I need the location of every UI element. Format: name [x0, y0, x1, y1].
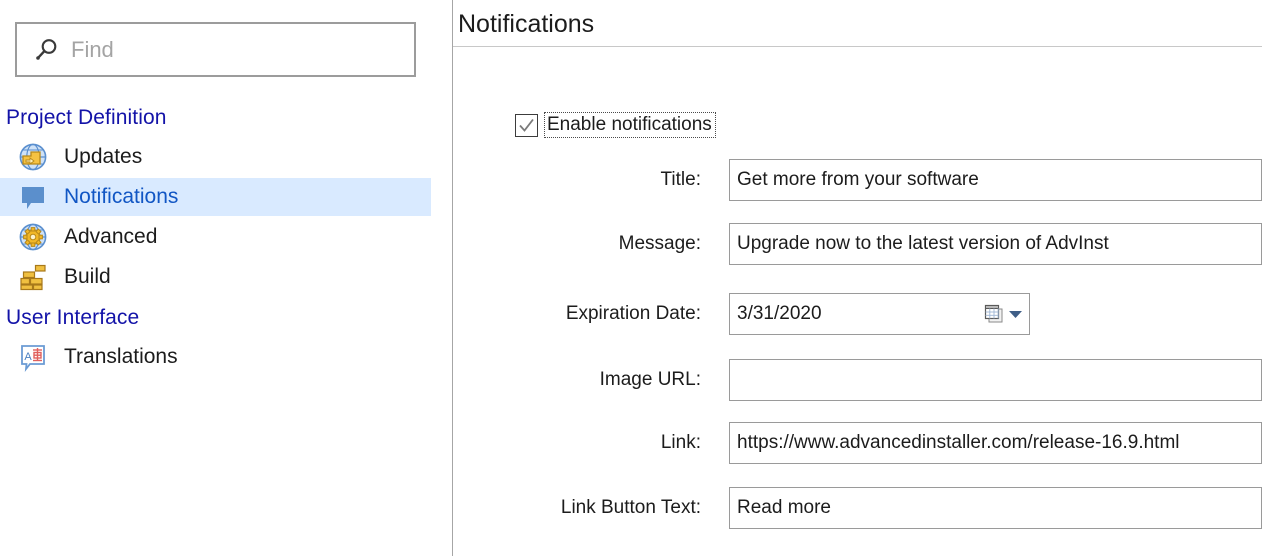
page-title: Notifications	[458, 10, 595, 38]
navigation-sidebar: Project Definition Updates Notifications	[0, 0, 452, 556]
group-header-user-interface: User Interface	[6, 306, 140, 329]
message-input[interactable]: Upgrade now to the latest version of Adv…	[729, 223, 1262, 265]
field-label: Expiration Date:	[565, 303, 701, 324]
label-wrap: Link Button Text:	[453, 487, 701, 529]
group-header-project-definition: Project Definition	[6, 106, 167, 129]
form-row-message: Message: Upgrade now to the latest versi…	[453, 223, 1262, 265]
form-row-title: Title: Get more from your software	[453, 159, 1262, 201]
field-label: Message:	[618, 233, 701, 254]
search-box[interactable]	[15, 22, 416, 77]
sidebar-item-label: Updates	[64, 145, 143, 168]
field-label: Image URL:	[599, 369, 701, 390]
image-url-input[interactable]	[729, 359, 1262, 401]
search-input[interactable]	[71, 36, 391, 63]
chevron-down-icon	[1009, 311, 1022, 318]
label-wrap: Expiration Date:	[453, 293, 701, 335]
settings-panel: Notifications Enable notifications Title…	[453, 0, 1262, 556]
form-row-expiration-date: Expiration Date: 3/31/2020	[453, 293, 1262, 335]
field-label: Link:	[660, 432, 701, 453]
sidebar-item-advanced[interactable]: Advanced	[0, 218, 431, 256]
sidebar-item-label: Build	[64, 265, 111, 288]
sidebar-item-label: Translations	[64, 345, 178, 368]
title-divider	[453, 46, 1262, 47]
globe-gear-icon	[19, 223, 47, 251]
sidebar-item-label: Advanced	[64, 225, 158, 248]
brick-wall-icon	[20, 264, 46, 291]
link-button-text-value: Read more	[737, 497, 831, 518]
sidebar-item-build[interactable]: Build	[0, 258, 431, 296]
checkmark-icon	[519, 118, 534, 132]
svg-text:A: A	[24, 351, 32, 363]
link-value: https://www.advancedinstaller.com/releas…	[737, 432, 1180, 453]
form-row-image-url: Image URL:	[453, 359, 1262, 401]
sidebar-item-label: Notifications	[64, 185, 179, 208]
message-value: Upgrade now to the latest version of Adv…	[737, 233, 1109, 254]
translation-bubble-icon: A	[21, 345, 45, 372]
enable-notifications-row[interactable]: Enable notifications	[515, 112, 716, 139]
sidebar-item-translations[interactable]: A Translations	[0, 338, 431, 376]
expiration-date-input[interactable]: 3/31/2020	[729, 293, 1030, 335]
sidebar-item-updates[interactable]: Updates	[0, 138, 431, 176]
link-input[interactable]: https://www.advancedinstaller.com/releas…	[729, 422, 1262, 464]
field-label: Title:	[660, 169, 701, 190]
label-wrap: Title:	[453, 159, 701, 201]
speech-bubble-icon	[22, 187, 44, 209]
date-picker-button[interactable]	[983, 303, 1023, 325]
calendar-icon	[984, 304, 1003, 323]
label-wrap: Link:	[453, 422, 701, 464]
form-row-link-button-text: Link Button Text: Read more	[453, 487, 1262, 529]
field-label: Link Button Text:	[560, 497, 701, 518]
search-icon	[36, 38, 57, 60]
label-wrap: Message:	[453, 223, 701, 265]
form-row-link: Link: https://www.advancedinstaller.com/…	[453, 422, 1262, 464]
expiration-date-value: 3/31/2020	[737, 303, 822, 324]
globe-arrow-icon	[19, 143, 47, 171]
enable-notifications-checkbox[interactable]	[515, 113, 538, 137]
title-value: Get more from your software	[737, 169, 979, 190]
label-wrap: Image URL:	[453, 359, 701, 401]
enable-notifications-label: Enable notifications	[544, 112, 716, 139]
sidebar-item-notifications[interactable]: Notifications	[0, 178, 431, 216]
link-button-text-input[interactable]: Read more	[729, 487, 1262, 529]
title-input[interactable]: Get more from your software	[729, 159, 1262, 201]
